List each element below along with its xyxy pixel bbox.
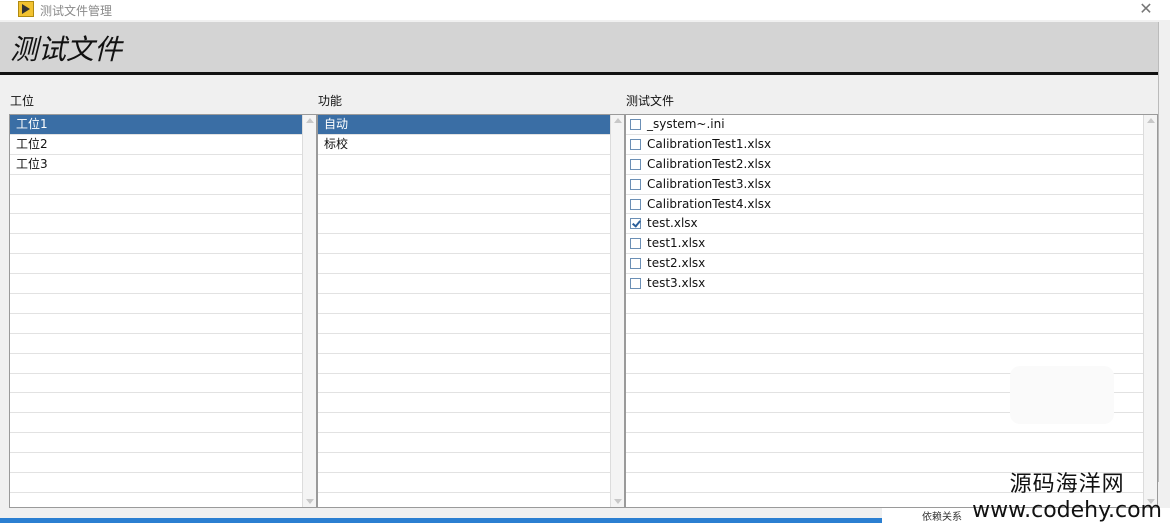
close-button[interactable]: ✕ bbox=[1136, 0, 1156, 20]
file-name: CalibrationTest3.xlsx bbox=[647, 176, 772, 191]
list-item[interactable] bbox=[318, 493, 610, 507]
file-row[interactable]: CalibrationTest1.xlsx bbox=[626, 135, 1143, 155]
list-item[interactable] bbox=[318, 374, 610, 394]
file-name: _system~.ini bbox=[647, 116, 725, 131]
list-item[interactable] bbox=[318, 195, 610, 215]
list-item[interactable] bbox=[10, 234, 302, 255]
file-row[interactable]: _system~.ini bbox=[626, 115, 1143, 135]
list-item[interactable]: 工位2 bbox=[10, 135, 302, 155]
files-scrollbar[interactable] bbox=[1143, 115, 1157, 507]
scroll-down-icon[interactable] bbox=[614, 499, 622, 504]
list-item[interactable] bbox=[318, 453, 610, 474]
list-item[interactable]: 标校 bbox=[318, 135, 610, 155]
title-bar: 测试文件管理 ✕ bbox=[0, 0, 1170, 20]
list-item[interactable] bbox=[318, 175, 610, 195]
watermark-line1: 源码海洋网 bbox=[1009, 472, 1125, 497]
list-item[interactable] bbox=[10, 354, 302, 374]
list-item[interactable] bbox=[10, 453, 302, 474]
scroll-up-icon[interactable] bbox=[306, 118, 314, 123]
page-title: 测试文件 bbox=[10, 33, 123, 66]
file-row[interactable]: CalibrationTest4.xlsx bbox=[626, 195, 1143, 215]
file-row[interactable] bbox=[626, 433, 1143, 454]
list-item[interactable] bbox=[318, 433, 610, 454]
list-item[interactable] bbox=[318, 274, 610, 295]
file-row[interactable] bbox=[626, 334, 1143, 354]
list-item[interactable]: 自动 bbox=[318, 115, 610, 135]
list-item[interactable] bbox=[318, 473, 610, 493]
file-row[interactable]: test.xlsx bbox=[626, 214, 1143, 235]
list-item[interactable] bbox=[10, 294, 302, 314]
list-item[interactable] bbox=[318, 234, 610, 255]
list-item[interactable] bbox=[10, 374, 302, 394]
list-item[interactable] bbox=[10, 175, 302, 195]
stations-scrollbar[interactable] bbox=[302, 115, 316, 507]
list-item[interactable] bbox=[318, 393, 610, 414]
file-name: test3.xlsx bbox=[647, 276, 706, 291]
list-item[interactable] bbox=[318, 155, 610, 175]
close-icon: ✕ bbox=[1139, 0, 1153, 18]
file-checkbox[interactable] bbox=[630, 278, 641, 290]
file-row[interactable]: test1.xlsx bbox=[626, 234, 1143, 255]
stations-label: 工位 bbox=[10, 94, 35, 108]
page-header: 测试文件 bbox=[0, 22, 1163, 75]
list-item[interactable] bbox=[318, 334, 610, 354]
file-name: CalibrationTest4.xlsx bbox=[647, 196, 772, 211]
watermark: 源码海洋网 www.codehy.com bbox=[972, 466, 1162, 523]
list-item[interactable] bbox=[318, 254, 610, 275]
file-checkbox[interactable] bbox=[630, 218, 641, 230]
file-row[interactable]: CalibrationTest2.xlsx bbox=[626, 155, 1143, 175]
functions-label: 功能 bbox=[318, 94, 343, 108]
scroll-up-icon[interactable] bbox=[1147, 118, 1155, 123]
list-item[interactable] bbox=[318, 354, 610, 374]
scroll-up-icon[interactable] bbox=[614, 118, 622, 123]
file-checkbox[interactable] bbox=[630, 258, 641, 270]
files-listbox[interactable]: _system~.ini CalibrationTest1.xlsx Calibra… bbox=[625, 114, 1158, 508]
list-item[interactable] bbox=[10, 274, 302, 295]
list-item[interactable] bbox=[10, 195, 302, 215]
file-name: test1.xlsx bbox=[647, 236, 706, 251]
list-item[interactable] bbox=[318, 294, 610, 314]
watermark-line2: www.codehy.com bbox=[972, 498, 1162, 523]
list-item[interactable] bbox=[10, 314, 302, 334]
list-item[interactable] bbox=[10, 254, 302, 275]
file-row[interactable] bbox=[626, 314, 1143, 334]
file-name: test2.xlsx bbox=[647, 256, 706, 271]
list-item[interactable]: 工位1 bbox=[10, 115, 302, 135]
list-item[interactable] bbox=[10, 393, 302, 414]
functions-scrollbar[interactable] bbox=[610, 115, 624, 507]
blur-overlay bbox=[1010, 366, 1114, 424]
labview-app-icon bbox=[18, 1, 34, 17]
file-row[interactable]: test3.xlsx bbox=[626, 274, 1143, 295]
list-item[interactable] bbox=[318, 214, 610, 235]
list-item[interactable] bbox=[10, 214, 302, 235]
file-name: CalibrationTest2.xlsx bbox=[647, 156, 772, 171]
list-item[interactable] bbox=[318, 413, 610, 434]
window-right-edge bbox=[1158, 22, 1170, 482]
file-row[interactable] bbox=[626, 294, 1143, 314]
file-manager-window: 测试文件管理 ✕ 测试文件 工位 功能 测试文件 工位1 工位2 工位3 自动 标校 … bbox=[0, 0, 1170, 518]
scroll-down-icon[interactable] bbox=[306, 499, 314, 504]
file-name: test.xlsx bbox=[647, 216, 698, 231]
file-name: CalibrationTest1.xlsx bbox=[647, 136, 772, 151]
file-row[interactable]: test2.xlsx bbox=[626, 254, 1143, 275]
list-item[interactable] bbox=[10, 334, 302, 354]
list-item[interactable] bbox=[10, 433, 302, 454]
file-checkbox[interactable] bbox=[630, 158, 641, 170]
file-checkbox[interactable] bbox=[630, 198, 641, 210]
list-item[interactable] bbox=[10, 493, 302, 507]
list-item[interactable] bbox=[10, 473, 302, 493]
window-title: 测试文件管理 bbox=[40, 4, 113, 18]
file-checkbox[interactable] bbox=[630, 178, 641, 190]
list-item[interactable] bbox=[10, 413, 302, 434]
file-checkbox[interactable] bbox=[630, 238, 641, 250]
files-label: 测试文件 bbox=[626, 94, 675, 108]
file-row[interactable]: CalibrationTest3.xlsx bbox=[626, 175, 1143, 195]
file-checkbox[interactable] bbox=[630, 118, 641, 130]
functions-listbox[interactable]: 自动 标校 bbox=[317, 114, 625, 508]
footer-text: 依赖关系 bbox=[922, 512, 962, 523]
list-item[interactable]: 工位3 bbox=[10, 155, 302, 175]
file-checkbox[interactable] bbox=[630, 138, 641, 150]
stations-listbox[interactable]: 工位1 工位2 工位3 bbox=[9, 114, 317, 508]
list-item[interactable] bbox=[318, 314, 610, 334]
